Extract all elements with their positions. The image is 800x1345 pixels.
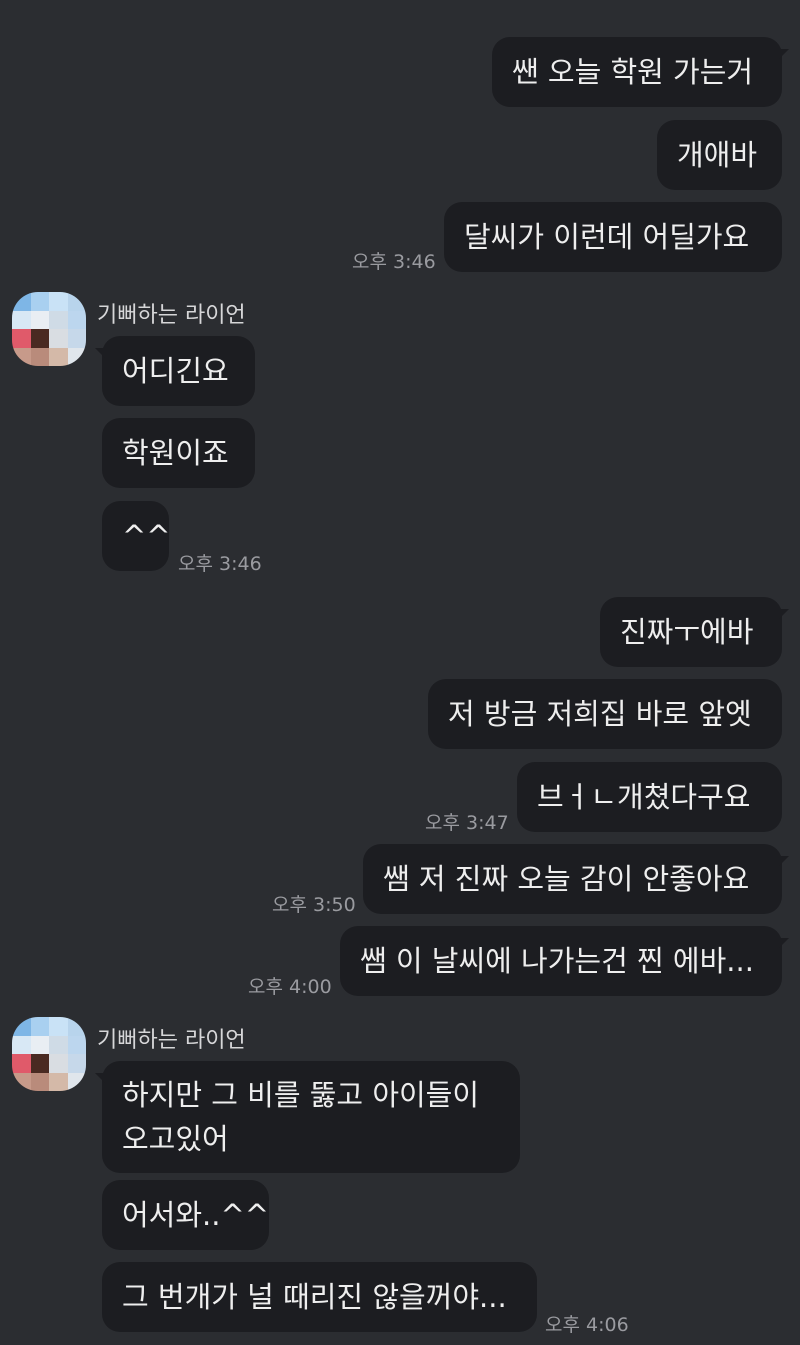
message-text: 진짜ㅜ에바 — [620, 615, 754, 649]
message-text: 개애바 — [677, 138, 758, 172]
timestamp: 오후 3:47 — [425, 812, 509, 834]
message-text: 쌤 이 날씨에 나가는건 찐 에바... — [360, 944, 754, 978]
message-bubble-out[interactable]: 개애바 — [657, 120, 782, 190]
message-bubble-in[interactable]: 학원이죠 — [102, 418, 255, 488]
timestamp: 오후 3:50 — [272, 894, 356, 916]
message-text: 어디긴요 — [122, 354, 229, 388]
message-bubble-out[interactable]: 쌘 오늘 학원 가는거 — [492, 37, 789, 107]
message-bubble-in[interactable]: 하지만 그 비를 뚫고 아이들이 오고있어 — [95, 1061, 520, 1173]
message-text: ^^ — [122, 519, 171, 553]
message-bubble-in[interactable]: ^^ — [102, 501, 171, 571]
sender-name: 기뻐하는 라이언 — [97, 1028, 246, 1053]
message-bubble-out[interactable]: 달씨가 이런데 어딜가요 — [444, 202, 782, 272]
timestamp: 오후 4:00 — [248, 976, 332, 998]
message-bubble-in[interactable]: 어디긴요 — [95, 336, 255, 406]
timestamp: 오후 4:06 — [545, 1314, 629, 1336]
message-text: 그 번개가 널 때리진 않을꺼야... — [122, 1280, 507, 1314]
message-text: 어서와..^^ — [122, 1198, 270, 1232]
message-text: 학원이죠 — [122, 436, 229, 470]
message-text: 쌤 저 진짜 오늘 감이 안좋아요 — [383, 862, 750, 896]
message-bubble-in[interactable]: 그 번개가 널 때리진 않을꺼야... — [102, 1262, 537, 1332]
timestamp: 오후 3:46 — [352, 251, 436, 273]
message-bubble-out[interactable]: 진짜ㅜ에바 — [600, 597, 789, 667]
timestamp: 오후 3:46 — [178, 553, 262, 575]
message-text: 하지만 그 비를 뚫고 아이들이 오고있어 — [122, 1078, 480, 1156]
message-bubble-out[interactable]: 쌤 이 날씨에 나가는건 찐 에바... — [340, 926, 789, 996]
message-bubble-out[interactable]: 브ㅓㄴ개쳤다구요 — [517, 762, 782, 832]
sender-name: 기뻐하는 라이언 — [97, 303, 246, 328]
avatar[interactable] — [12, 292, 86, 366]
message-bubble-in[interactable]: 어서와..^^ — [102, 1180, 269, 1250]
message-text: 쌘 오늘 학원 가는거 — [512, 55, 754, 89]
message-text: 달씨가 이런데 어딜가요 — [464, 220, 750, 254]
avatar[interactable] — [12, 1017, 86, 1091]
message-bubble-out[interactable]: 저 방금 저희집 바로 앞엣 — [428, 679, 782, 749]
message-bubble-out[interactable]: 쌤 저 진짜 오늘 감이 안좋아요 — [363, 844, 789, 914]
message-text: 저 방금 저희집 바로 앞엣 — [448, 697, 752, 731]
message-text: 브ㅓㄴ개쳤다구요 — [537, 780, 751, 814]
